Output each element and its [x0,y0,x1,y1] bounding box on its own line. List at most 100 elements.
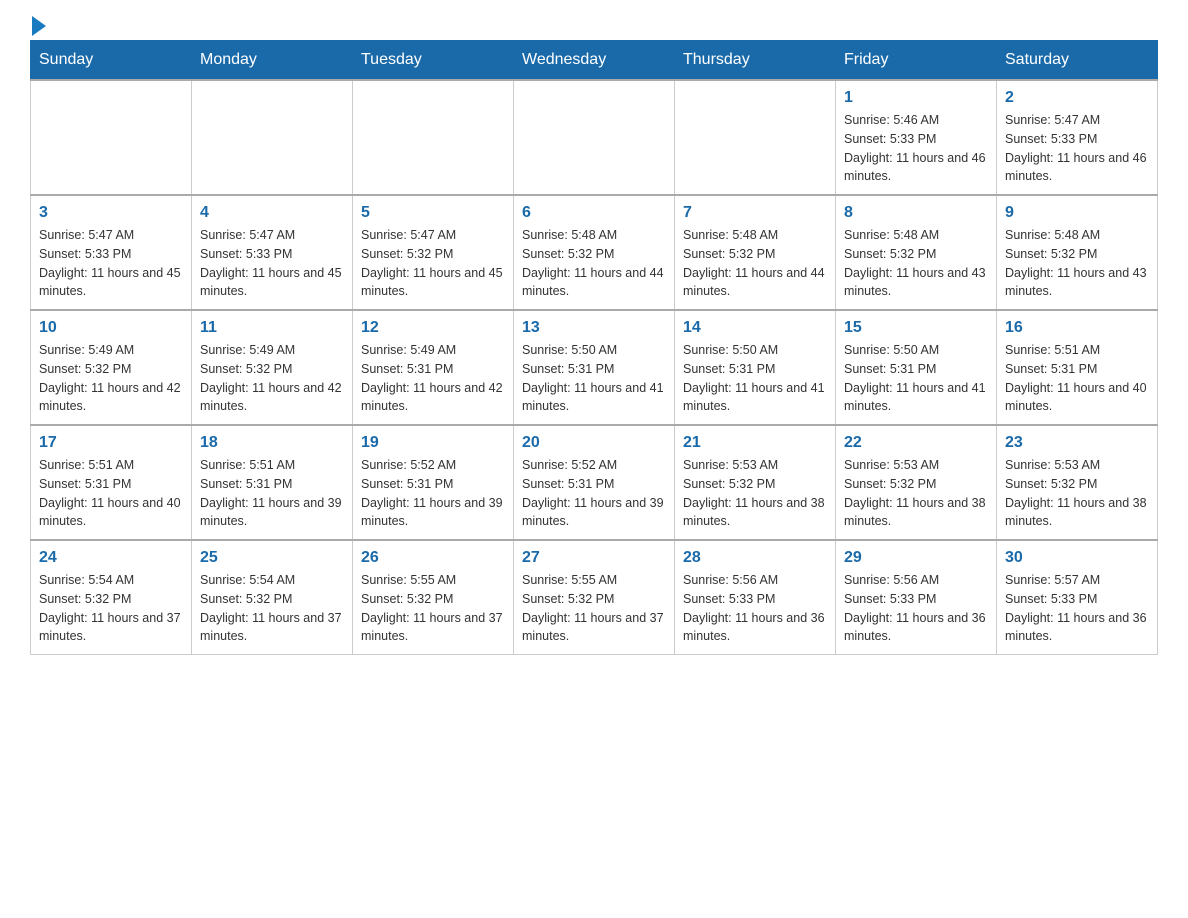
day-number: 29 [844,549,988,567]
calendar-cell: 12 Sunrise: 5:49 AMSunset: 5:31 PMDayligh… [353,310,514,425]
calendar-cell: 7Sunrise: 5:48 AMSunset: 5:32 PMDaylight… [675,195,836,310]
day-number: 14 [683,319,827,337]
day-number: 1 [844,89,988,107]
calendar-cell: 24 Sunrise: 5:54 AMSunset: 5:32 PMDayligh… [31,540,192,655]
day-info: Sunrise: 5:52 AMSunset: 5:31 PMDaylight:… [361,456,505,531]
calendar-cell: 2 Sunrise: 5:47 AMSunset: 5:33 PMDaylight… [997,80,1158,195]
calendar-cell: 22 Sunrise: 5:53 AMSunset: 5:32 PMDayligh… [836,425,997,540]
calendar-cell: 9 Sunrise: 5:48 AMSunset: 5:32 PMDaylight… [997,195,1158,310]
day-info: Sunrise: 5:53 AMSunset: 5:32 PMDaylight:… [683,456,827,531]
day-info: Sunrise: 5:54 AMSunset: 5:32 PMDaylight:… [39,571,183,646]
day-info: Sunrise: 5:47 AMSunset: 5:33 PMDaylight:… [39,226,183,301]
day-info: Sunrise: 5:47 AMSunset: 5:33 PMDaylight:… [1005,111,1149,186]
day-number: 8 [844,204,988,222]
calendar-cell: 6 Sunrise: 5:48 AMSunset: 5:32 PMDaylight… [514,195,675,310]
calendar-cell: 21 Sunrise: 5:53 AMSunset: 5:32 PMDayligh… [675,425,836,540]
calendar-cell: 4 Sunrise: 5:47 AMSunset: 5:33 PMDaylight… [192,195,353,310]
week-row-4: 17 Sunrise: 5:51 AMSunset: 5:31 PMDayligh… [31,425,1158,540]
day-number: 22 [844,434,988,452]
day-number: 5 [361,204,505,222]
day-number: 25 [200,549,344,567]
day-info: Sunrise: 5:50 AMSunset: 5:31 PMDaylight:… [522,341,666,416]
day-number: 27 [522,549,666,567]
logo-text [30,20,46,36]
day-number: 21 [683,434,827,452]
day-number: 23 [1005,434,1149,452]
day-info: Sunrise: 5:49 AMSunset: 5:32 PMDaylight:… [200,341,344,416]
calendar-cell: 8 Sunrise: 5:48 AMSunset: 5:32 PMDaylight… [836,195,997,310]
day-number: 28 [683,549,827,567]
calendar-cell: 17 Sunrise: 5:51 AMSunset: 5:31 PMDayligh… [31,425,192,540]
calendar-cell: 23 Sunrise: 5:53 AMSunset: 5:32 PMDayligh… [997,425,1158,540]
day-info: Sunrise: 5:51 AMSunset: 5:31 PMDaylight:… [200,456,344,531]
day-number: 6 [522,204,666,222]
day-number: 24 [39,549,183,567]
day-info: Sunrise: 5:55 AMSunset: 5:32 PMDaylight:… [522,571,666,646]
day-number: 17 [39,434,183,452]
day-info: Sunrise: 5:48 AMSunset: 5:32 PMDaylight:… [522,226,666,301]
day-number: 30 [1005,549,1149,567]
day-number: 15 [844,319,988,337]
calendar-cell [353,80,514,195]
day-number: 2 [1005,89,1149,107]
calendar-cell: 11Sunrise: 5:49 AMSunset: 5:32 PMDayligh… [192,310,353,425]
calendar-cell [675,80,836,195]
calendar-cell [31,80,192,195]
day-info: Sunrise: 5:49 AMSunset: 5:31 PMDaylight:… [361,341,505,416]
day-number: 13 [522,319,666,337]
day-info: Sunrise: 5:50 AMSunset: 5:31 PMDaylight:… [683,341,827,416]
calendar-cell: 18 Sunrise: 5:51 AMSunset: 5:31 PMDayligh… [192,425,353,540]
day-info: Sunrise: 5:56 AMSunset: 5:33 PMDaylight:… [683,571,827,646]
day-info: Sunrise: 5:53 AMSunset: 5:32 PMDaylight:… [1005,456,1149,531]
day-number: 19 [361,434,505,452]
day-number: 4 [200,204,344,222]
day-number: 20 [522,434,666,452]
column-header-monday: Monday [192,41,353,81]
calendar-cell: 5 Sunrise: 5:47 AMSunset: 5:32 PMDaylight… [353,195,514,310]
day-number: 12 [361,319,505,337]
column-header-wednesday: Wednesday [514,41,675,81]
calendar-cell: 1 Sunrise: 5:46 AMSunset: 5:33 PMDaylight… [836,80,997,195]
calendar-cell [192,80,353,195]
column-header-tuesday: Tuesday [353,41,514,81]
calendar-cell: 26 Sunrise: 5:55 AMSunset: 5:32 PMDayligh… [353,540,514,655]
day-info: Sunrise: 5:51 AMSunset: 5:31 PMDaylight:… [39,456,183,531]
day-info: Sunrise: 5:48 AMSunset: 5:32 PMDaylight:… [844,226,988,301]
column-header-saturday: Saturday [997,41,1158,81]
calendar-cell: 10 Sunrise: 5:49 AMSunset: 5:32 PMDayligh… [31,310,192,425]
day-number: 10 [39,319,183,337]
day-number: 9 [1005,204,1149,222]
calendar-cell: 27 Sunrise: 5:55 AMSunset: 5:32 PMDayligh… [514,540,675,655]
calendar-cell: 29 Sunrise: 5:56 AMSunset: 5:33 PMDayligh… [836,540,997,655]
week-row-5: 24 Sunrise: 5:54 AMSunset: 5:32 PMDayligh… [31,540,1158,655]
calendar-cell: 3 Sunrise: 5:47 AMSunset: 5:33 PMDaylight… [31,195,192,310]
column-header-thursday: Thursday [675,41,836,81]
day-info: Sunrise: 5:57 AMSunset: 5:33 PMDaylight:… [1005,571,1149,646]
day-info: Sunrise: 5:55 AMSunset: 5:32 PMDaylight:… [361,571,505,646]
day-info: Sunrise: 5:48 AMSunset: 5:32 PMDaylight:… [1005,226,1149,301]
day-info: Sunrise: 5:50 AMSunset: 5:31 PMDaylight:… [844,341,988,416]
calendar-cell: 25Sunrise: 5:54 AMSunset: 5:32 PMDayligh… [192,540,353,655]
day-info: Sunrise: 5:46 AMSunset: 5:33 PMDaylight:… [844,111,988,186]
calendar-cell: 16Sunrise: 5:51 AMSunset: 5:31 PMDayligh… [997,310,1158,425]
calendar-cell: 28 Sunrise: 5:56 AMSunset: 5:33 PMDayligh… [675,540,836,655]
day-number: 26 [361,549,505,567]
day-info: Sunrise: 5:51 AMSunset: 5:31 PMDaylight:… [1005,341,1149,416]
day-info: Sunrise: 5:49 AMSunset: 5:32 PMDaylight:… [39,341,183,416]
day-info: Sunrise: 5:47 AMSunset: 5:32 PMDaylight:… [361,226,505,301]
day-info: Sunrise: 5:48 AMSunset: 5:32 PMDaylight:… [683,226,827,301]
column-header-friday: Friday [836,41,997,81]
logo-arrow-icon [32,16,46,36]
logo [30,20,46,30]
calendar-cell: 19 Sunrise: 5:52 AMSunset: 5:31 PMDayligh… [353,425,514,540]
week-row-3: 10 Sunrise: 5:49 AMSunset: 5:32 PMDayligh… [31,310,1158,425]
week-row-1: 1 Sunrise: 5:46 AMSunset: 5:33 PMDaylight… [31,80,1158,195]
calendar-table: SundayMondayTuesdayWednesdayThursdayFrid… [30,40,1158,655]
day-info: Sunrise: 5:47 AMSunset: 5:33 PMDaylight:… [200,226,344,301]
day-number: 3 [39,204,183,222]
calendar-cell: 15 Sunrise: 5:50 AMSunset: 5:31 PMDayligh… [836,310,997,425]
calendar-cell: 13 Sunrise: 5:50 AMSunset: 5:31 PMDayligh… [514,310,675,425]
day-info: Sunrise: 5:53 AMSunset: 5:32 PMDaylight:… [844,456,988,531]
day-info: Sunrise: 5:56 AMSunset: 5:33 PMDaylight:… [844,571,988,646]
day-number: 18 [200,434,344,452]
